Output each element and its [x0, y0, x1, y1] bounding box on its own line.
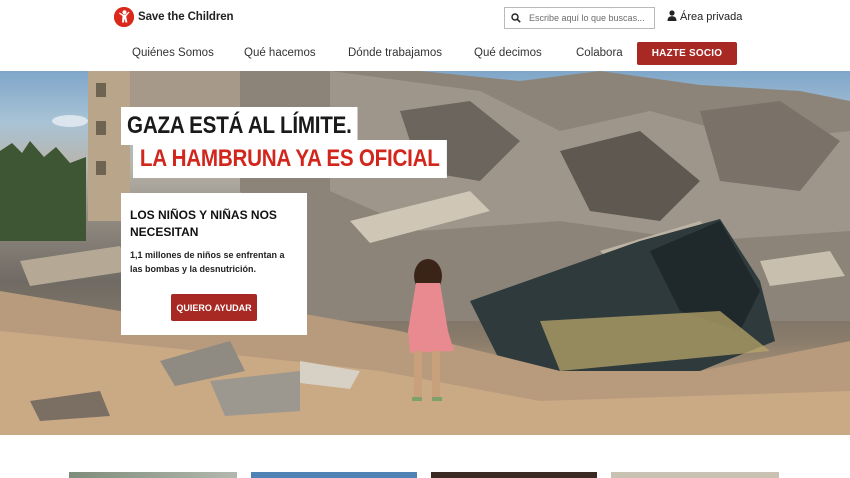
search-icon[interactable] [505, 8, 527, 28]
logo[interactable]: Save the Children [114, 6, 234, 28]
nav-item-que-hacemos[interactable]: Qué hacemos [244, 47, 316, 59]
nav-item-que-decimos[interactable]: Qué decimos [474, 47, 542, 59]
user-icon [667, 10, 677, 24]
news-card-thumbnail[interactable] [69, 472, 237, 478]
hazte-socio-button[interactable]: HAZTE SOCIO [637, 42, 737, 65]
save-the-children-logo-icon [114, 7, 134, 27]
hero-headline-secondary: LA HAMBRUNA YA ES OFICIAL [133, 140, 447, 178]
nav-item-colabora[interactable]: Colabora [576, 47, 623, 59]
hero-card-text: 1,1 millones de niños se enfrentan a las… [130, 250, 285, 274]
search-input[interactable] [527, 13, 651, 23]
news-card-thumbnail[interactable] [251, 472, 417, 478]
nav-item-quienes-somos[interactable]: Quiénes Somos [132, 47, 214, 59]
hero-card-title: LOS NIÑOS Y NIÑAS NOS NECESITAN [130, 208, 277, 239]
logo-wordmark: Save the Children [138, 11, 234, 23]
search-box[interactable] [504, 7, 655, 29]
news-card-thumbnail[interactable] [431, 472, 597, 478]
nav-item-donde-trabajamos[interactable]: Dónde trabajamos [348, 47, 442, 59]
quiero-ayudar-button[interactable]: QUIERO AYUDAR [171, 294, 257, 321]
news-card-thumbnail[interactable] [611, 472, 779, 478]
hero-card: LOS NIÑOS Y NIÑAS NOS NECESITAN 1,1 mill… [121, 193, 307, 335]
header: Save the Children Área privada [0, 0, 850, 36]
private-area-link[interactable]: Área privada [667, 10, 742, 24]
private-area-label: Área privada [680, 11, 743, 23]
